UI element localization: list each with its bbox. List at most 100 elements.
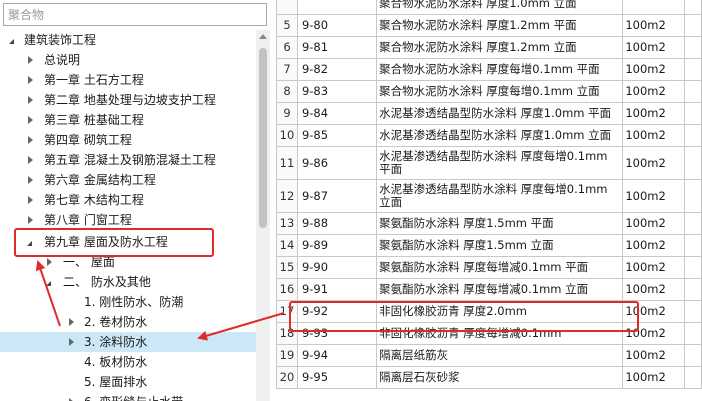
table-row[interactable]: 13 9-88 聚氨酯防水涂料 厚度1.5mm 平面 100m2: [276, 212, 702, 235]
cell-extra: [684, 14, 702, 37]
tree-item-label: 5. 屋面排水: [84, 375, 148, 389]
search-input[interactable]: [4, 4, 242, 25]
table-row[interactable]: 14 9-89 聚氨酯防水涂料 厚度1.5mm 立面 100m2: [276, 234, 702, 257]
cell-unit: 100m2: [622, 14, 686, 37]
cell-extra: [684, 278, 702, 301]
cell-extra: [684, 146, 702, 180]
cell-number: 7: [276, 58, 298, 81]
cell-extra: [684, 256, 702, 279]
cell-code: 9-82: [296, 58, 378, 81]
tree-scrollbar[interactable]: [256, 30, 270, 401]
search-box[interactable]: [3, 3, 267, 26]
table-row[interactable]: 20 9-95 隔离层石灰砂浆 100m2: [276, 366, 702, 389]
tree-item-chapter-8[interactable]: 第八章 门窗工程: [0, 210, 256, 230]
cell-extra: [684, 179, 702, 213]
tree-item-building-decoration[interactable]: 建筑装饰工程: [0, 30, 256, 50]
tree-item-sheet-waterproofing[interactable]: 4. 板材防水: [0, 352, 256, 372]
highlight-box-chapter-9: [14, 228, 214, 257]
table-row[interactable]: 聚合物水泥防水涂料 厚度1.0mm 立面: [276, 0, 702, 15]
tree-item-roof-drainage[interactable]: 5. 屋面排水: [0, 372, 256, 392]
collapsed-arrow-icon[interactable]: [25, 130, 37, 150]
collapsed-arrow-icon[interactable]: [25, 90, 37, 110]
table-row[interactable]: 6 9-81 聚合物水泥防水涂料 厚度1.2mm 立面 100m2: [276, 36, 702, 59]
table-row[interactable]: 12 9-87 水泥基渗透结晶型防水涂料 厚度每增0.1mm 立面 100m2: [276, 179, 702, 213]
tree-item-chapter-7[interactable]: 第七章 木结构工程: [0, 190, 256, 210]
cell-extra: [684, 36, 702, 59]
table-row[interactable]: 9 9-84 水泥基渗透结晶型防水涂料 厚度1.0mm 平面 100m2: [276, 102, 702, 125]
tree-item-membrane-waterproofing[interactable]: 2. 卷材防水: [0, 312, 256, 332]
tree-item-chapter-3[interactable]: 第三章 桩基础工程: [0, 110, 256, 130]
tree-item-label: 6. 变形缝与止水带: [84, 392, 183, 401]
cell-name: 水泥基渗透结晶型防水涂料 厚度每增0.1mm 立面: [376, 179, 624, 213]
cell-unit: 100m2: [622, 146, 686, 180]
cell-number: 15: [276, 256, 298, 279]
scrollbar-thumb[interactable]: [259, 48, 267, 228]
table-row[interactable]: 7 9-82 聚合物水泥防水涂料 厚度每增0.1mm 平面 100m2: [276, 58, 702, 81]
cell-number: 11: [276, 146, 298, 180]
tree-item-label: 二、 防水及其他: [63, 275, 151, 289]
tree-item-waterproofing[interactable]: 二、 防水及其他: [0, 272, 256, 292]
cell-code: 9-80: [296, 14, 378, 37]
collapsed-arrow-icon[interactable]: [25, 170, 37, 190]
cell-name: 聚合物水泥防水涂料 厚度1.0mm 立面: [376, 0, 624, 15]
cell-code: 9-83: [296, 80, 378, 103]
collapsed-arrow-icon[interactable]: [66, 312, 78, 332]
cell-extra: [684, 234, 702, 257]
collapsed-arrow-icon[interactable]: [66, 392, 78, 401]
cell-unit: 100m2: [622, 179, 686, 213]
cell-name: 水泥基渗透结晶型防水涂料 厚度每增0.1mm 平面: [376, 146, 624, 180]
cell-extra: [684, 344, 702, 367]
tree-item-label: 第二章 地基处理与边坡支护工程: [44, 93, 216, 107]
cell-unit: 100m2: [622, 278, 686, 301]
expanded-arrow-icon[interactable]: [7, 30, 19, 50]
cell-extra: [684, 58, 702, 81]
tree-item-chapter-4[interactable]: 第四章 砌筑工程: [0, 130, 256, 150]
table-row[interactable]: 16 9-91 聚氨酯防水涂料 厚度每增减0.1mm 立面 100m2: [276, 278, 702, 301]
collapsed-arrow-icon[interactable]: [25, 70, 37, 90]
collapsed-arrow-icon[interactable]: [25, 150, 37, 170]
collapsed-arrow-icon[interactable]: [25, 110, 37, 130]
tree-item-chapter-1[interactable]: 第一章 土石方工程: [0, 70, 256, 90]
cell-name: 聚氨酯防水涂料 厚度1.5mm 平面: [376, 212, 624, 235]
collapsed-arrow-icon[interactable]: [25, 50, 37, 70]
table-row[interactable]: 19 9-94 隔离层纸筋灰 100m2: [276, 344, 702, 367]
cell-name: 水泥基渗透结晶型防水涂料 厚度1.0mm 立面: [376, 124, 624, 147]
cell-code: 9-94: [296, 344, 378, 367]
cell-extra: [684, 322, 702, 345]
table-row[interactable]: 8 9-83 聚合物水泥防水涂料 厚度每增0.1mm 立面 100m2: [276, 80, 702, 103]
expanded-arrow-icon[interactable]: [44, 272, 56, 292]
cell-name: 聚合物水泥防水涂料 厚度每增0.1mm 立面: [376, 80, 624, 103]
cell-number: 8: [276, 80, 298, 103]
tree-item-label: 1. 刚性防水、防潮: [84, 295, 184, 309]
cell-code: 9-91: [296, 278, 378, 301]
cell-extra: [684, 366, 702, 389]
tree-item-rigid-waterproofing[interactable]: 1. 刚性防水、防潮: [0, 292, 256, 312]
cell-extra: [684, 300, 702, 323]
tree-item-general-notes[interactable]: 总说明: [0, 50, 256, 70]
collapsed-arrow-icon[interactable]: [25, 210, 37, 230]
table-row[interactable]: 11 9-86 水泥基渗透结晶型防水涂料 厚度每增0.1mm 平面 100m2: [276, 146, 702, 180]
collapsed-arrow-icon[interactable]: [66, 332, 78, 352]
table-row[interactable]: 10 9-85 水泥基渗透结晶型防水涂料 厚度1.0mm 立面 100m2: [276, 124, 702, 147]
tree-item-coating-waterproofing[interactable]: 3. 涂料防水: [0, 332, 256, 352]
tree-item-label: 3. 涂料防水: [84, 335, 148, 349]
quota-table-panel: 聚合物水泥防水涂料 厚度1.0mm 立面 5 9-80 聚合物水泥防水涂料 厚度1.…: [276, 0, 702, 401]
scroll-up-icon[interactable]: [256, 30, 270, 44]
tree-item-label: 总说明: [44, 53, 81, 67]
tree-item-expansion-joint[interactable]: 6. 变形缝与止水带: [0, 392, 256, 401]
tree-item-label: 第三章 桩基础工程: [44, 113, 144, 127]
tree-item-chapter-5[interactable]: 第五章 混凝土及钢筋混凝土工程: [0, 150, 256, 170]
cell-extra: [684, 124, 702, 147]
table-row[interactable]: 5 9-80 聚合物水泥防水涂料 厚度1.2mm 平面 100m2: [276, 14, 702, 37]
cell-unit: 100m2: [622, 124, 686, 147]
tree-item-chapter-2[interactable]: 第二章 地基处理与边坡支护工程: [0, 90, 256, 110]
tree-item-label: 4. 板材防水: [84, 355, 148, 369]
tree-item-chapter-6[interactable]: 第六章 金属结构工程: [0, 170, 256, 190]
collapsed-arrow-icon[interactable]: [25, 190, 37, 210]
cell-number: 20: [276, 366, 298, 389]
cell-number: 19: [276, 344, 298, 367]
tree-item-label: 第四章 砌筑工程: [44, 133, 132, 147]
tree-item-label: 第六章 金属结构工程: [44, 173, 156, 187]
cell-number: 5: [276, 14, 298, 37]
table-row[interactable]: 15 9-90 聚氨酯防水涂料 厚度每增减0.1mm 平面 100m2: [276, 256, 702, 279]
